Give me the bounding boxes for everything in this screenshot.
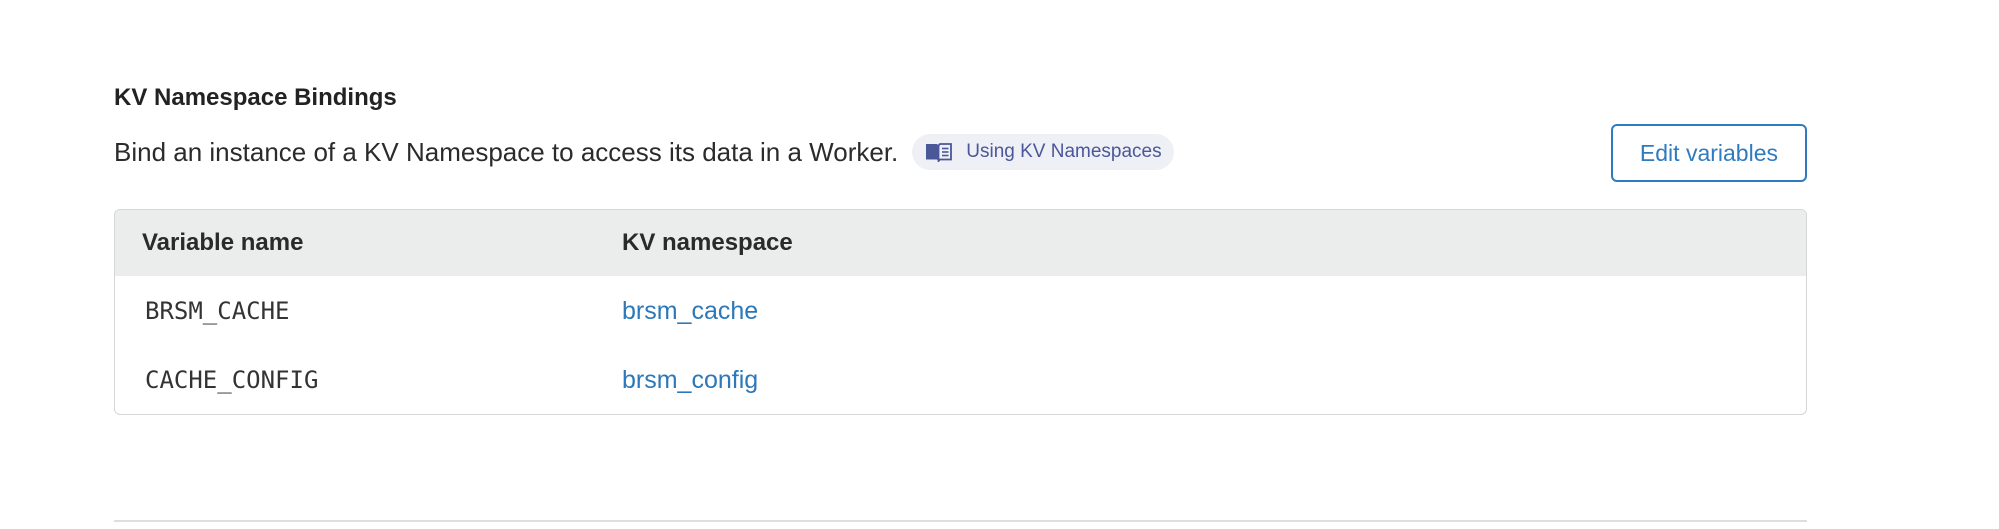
docs-link-label: Using KV Namespaces xyxy=(966,141,1162,162)
table-header: Variable name KV namespace xyxy=(115,210,1806,276)
edit-variables-button[interactable]: Edit variables xyxy=(1610,124,1807,182)
table-row: BRSM_CACHE brsm_cache xyxy=(115,276,1806,346)
kv-namespace-link[interactable]: brsm_config xyxy=(622,366,758,394)
kv-bindings-section: KV Namespace Bindings Bind an instance o… xyxy=(114,84,1807,415)
kv-namespace-link[interactable]: brsm_cache xyxy=(622,297,758,325)
section-divider xyxy=(114,520,1807,522)
book-icon xyxy=(926,143,953,162)
column-header-variable-name: Variable name xyxy=(142,229,304,256)
variable-name-cell: BRSM_CACHE xyxy=(145,297,290,325)
description-row: Bind an instance of a KV Namespace to ac… xyxy=(114,134,1807,170)
docs-link-pill[interactable]: Using KV Namespaces xyxy=(912,134,1174,170)
variable-name-cell: CACHE_CONFIG xyxy=(145,366,319,394)
section-description: Bind an instance of a KV Namespace to ac… xyxy=(114,137,899,167)
column-header-kv-namespace: KV namespace xyxy=(622,229,793,256)
table-row: CACHE_CONFIG brsm_config xyxy=(115,346,1806,414)
bindings-table: Variable name KV namespace BRSM_CACHE br… xyxy=(114,209,1807,415)
section-title: KV Namespace Bindings xyxy=(114,84,397,111)
